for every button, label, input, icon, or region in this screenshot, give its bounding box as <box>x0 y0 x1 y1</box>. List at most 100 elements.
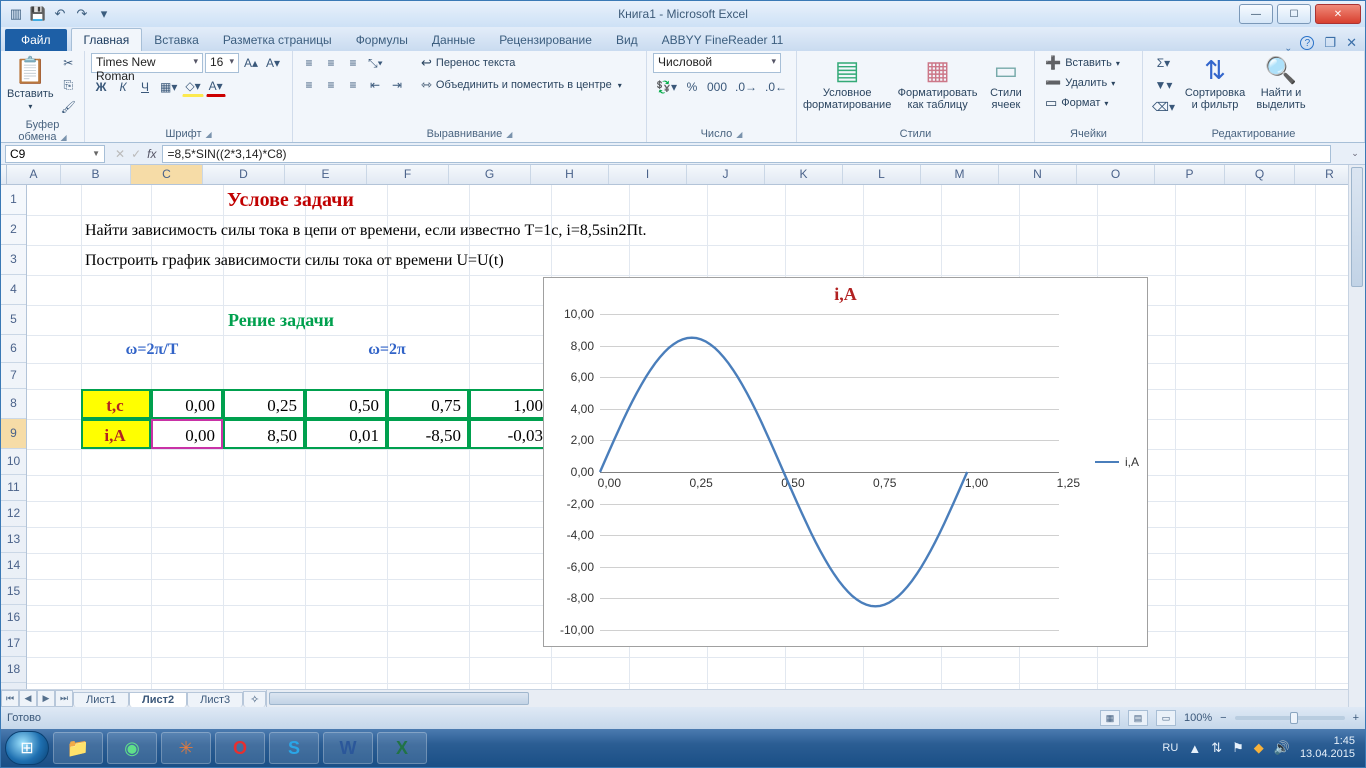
cell[interactable]: t,c <box>81 389 151 419</box>
column-header[interactable]: A <box>7 165 61 184</box>
paste-button[interactable]: 📋 Вставить ▾ <box>7 53 54 111</box>
grow-font-icon[interactable]: A▴ <box>241 53 261 73</box>
new-sheet-button[interactable]: ✧ <box>243 691 266 707</box>
delete-cells-button[interactable]: ➖Удалить▾ <box>1041 73 1119 93</box>
align-center-icon[interactable]: ≡ <box>321 75 341 95</box>
tray-clock[interactable]: 1:45 13.04.2015 <box>1300 735 1355 760</box>
align-top-icon[interactable]: ≡ <box>299 53 319 73</box>
start-button[interactable]: ⊞ <box>5 731 49 765</box>
page-break-view-icon[interactable]: ▭ <box>1156 710 1176 726</box>
sheet-tab[interactable]: Лист3 <box>187 692 243 707</box>
name-box[interactable]: C9▼ <box>5 145 105 163</box>
cell[interactable]: -0,03 <box>469 419 551 449</box>
column-header[interactable]: L <box>843 165 921 184</box>
border-icon[interactable]: ▦▾ <box>157 77 180 97</box>
format-as-table-button[interactable]: ▦Форматировать как таблицу <box>895 53 980 111</box>
cell[interactable]: i,A <box>81 419 151 449</box>
file-tab[interactable]: Файл <box>5 29 67 51</box>
language-indicator[interactable]: RU <box>1162 742 1178 754</box>
insert-cells-button[interactable]: ➕Вставить▾ <box>1041 53 1124 73</box>
row-header[interactable]: 8 <box>1 389 26 419</box>
zoom-level[interactable]: 100% <box>1184 712 1212 724</box>
row-header[interactable]: 2 <box>1 215 26 245</box>
cell[interactable]: 0,01 <box>305 419 387 449</box>
sheet-nav-first[interactable]: ⏮ <box>1 690 19 707</box>
taskbar-skype[interactable]: S <box>269 732 319 764</box>
cell[interactable]: 0,75 <box>387 389 469 419</box>
dialog-launcher-icon[interactable]: ◢ <box>736 130 742 139</box>
fill-color-icon[interactable]: ◇▾ <box>182 77 203 97</box>
increase-decimal-icon[interactable]: .0→ <box>732 77 760 97</box>
percent-icon[interactable]: % <box>682 77 702 97</box>
sheet-nav-last[interactable]: ⏭ <box>55 690 73 707</box>
tray-action-icon[interactable]: ⚑ <box>1232 740 1244 756</box>
tab-pagelayout[interactable]: Разметка страницы <box>211 29 344 51</box>
tray-av-icon[interactable]: ◆ <box>1254 740 1264 756</box>
column-header[interactable]: G <box>449 165 531 184</box>
window-restore-icon[interactable]: ❐ <box>1324 35 1336 51</box>
merge-center-button[interactable]: ⇿Объединить и поместить в центре▾ <box>417 75 626 95</box>
zoom-out-icon[interactable]: − <box>1220 712 1226 724</box>
cell[interactable]: ω=2π <box>305 335 469 363</box>
align-left-icon[interactable]: ≡ <box>299 75 319 95</box>
cell[interactable]: 1,00 <box>469 389 551 419</box>
taskbar-explorer[interactable]: 📁 <box>53 732 103 764</box>
row-header[interactable]: 17 <box>1 631 26 657</box>
tab-abbyy[interactable]: ABBYY FineReader 11 <box>650 29 796 51</box>
column-header[interactable]: E <box>285 165 367 184</box>
cell[interactable]: Рение задачи <box>151 305 411 335</box>
cut-icon[interactable]: ✂ <box>58 53 79 73</box>
sheet-tab[interactable]: Лист2 <box>129 692 187 707</box>
namebox-dropdown-icon[interactable]: ▼ <box>92 149 100 158</box>
formula-bar[interactable]: =8,5*SIN((2*3,14)*C8) <box>162 145 1331 163</box>
align-bottom-icon[interactable]: ≡ <box>343 53 363 73</box>
zoom-in-icon[interactable]: + <box>1353 712 1359 724</box>
taskbar-opera[interactable]: O <box>215 732 265 764</box>
tab-data[interactable]: Данные <box>420 29 487 51</box>
cell[interactable]: Построить график зависимости силы тока о… <box>81 245 781 275</box>
decrease-indent-icon[interactable]: ⇤ <box>365 75 385 95</box>
accounting-icon[interactable]: 💱▾ <box>653 77 680 97</box>
tab-view[interactable]: Вид <box>604 29 650 51</box>
sheet-nav-prev[interactable]: ◀ <box>19 690 37 707</box>
font-size-select[interactable]: 16 <box>205 53 239 73</box>
column-header[interactable]: C <box>131 165 203 184</box>
align-right-icon[interactable]: ≡ <box>343 75 363 95</box>
cell[interactable]: 8,50 <box>223 419 305 449</box>
cell[interactable]: 0,00 <box>151 389 223 419</box>
minimize-ribbon-icon[interactable]: ˬ <box>1286 36 1290 51</box>
row-header[interactable]: 12 <box>1 501 26 527</box>
copy-icon[interactable]: ⎘ <box>58 75 79 95</box>
taskbar-app[interactable]: ✳ <box>161 732 211 764</box>
row-header[interactable]: 1 <box>1 185 26 215</box>
hscroll-thumb[interactable] <box>269 692 529 705</box>
help-icon[interactable]: ? <box>1300 36 1314 50</box>
column-header[interactable]: H <box>531 165 609 184</box>
row-header[interactable]: 3 <box>1 245 26 275</box>
row-header[interactable]: 18 <box>1 657 26 683</box>
column-header[interactable]: P <box>1155 165 1225 184</box>
row-header[interactable]: 5 <box>1 305 26 335</box>
underline-button[interactable]: Ч <box>135 77 155 97</box>
cell[interactable]: Найти зависимость силы тока в цепи от вр… <box>81 215 881 245</box>
workbook-close-icon[interactable]: ✕ <box>1346 35 1357 51</box>
column-header[interactable]: B <box>61 165 131 184</box>
cell-styles-button[interactable]: ▭Стили ячеек <box>984 53 1028 111</box>
decrease-decimal-icon[interactable]: .0← <box>762 77 790 97</box>
column-header[interactable]: D <box>203 165 285 184</box>
tray-volume-icon[interactable]: 🔊 <box>1274 740 1290 756</box>
find-select-button[interactable]: 🔍Найти и выделить <box>1252 53 1310 111</box>
column-header[interactable]: J <box>687 165 765 184</box>
font-name-select[interactable]: Times New Roman <box>91 53 203 73</box>
normal-view-icon[interactable]: ▦ <box>1100 710 1120 726</box>
font-color-icon[interactable]: A▾ <box>206 77 226 97</box>
tab-review[interactable]: Рецензирование <box>487 29 604 51</box>
expand-formula-bar-icon[interactable]: ⌄ <box>1347 148 1363 159</box>
zoom-slider[interactable] <box>1235 716 1345 720</box>
cell[interactable]: Услове задачи <box>223 185 523 215</box>
taskbar-word[interactable]: W <box>323 732 373 764</box>
cancel-formula-icon[interactable]: ✕ <box>115 147 125 161</box>
row-header[interactable]: 6 <box>1 335 26 363</box>
row-header[interactable]: 16 <box>1 605 26 631</box>
format-painter-icon[interactable]: 🖌 <box>58 97 79 117</box>
